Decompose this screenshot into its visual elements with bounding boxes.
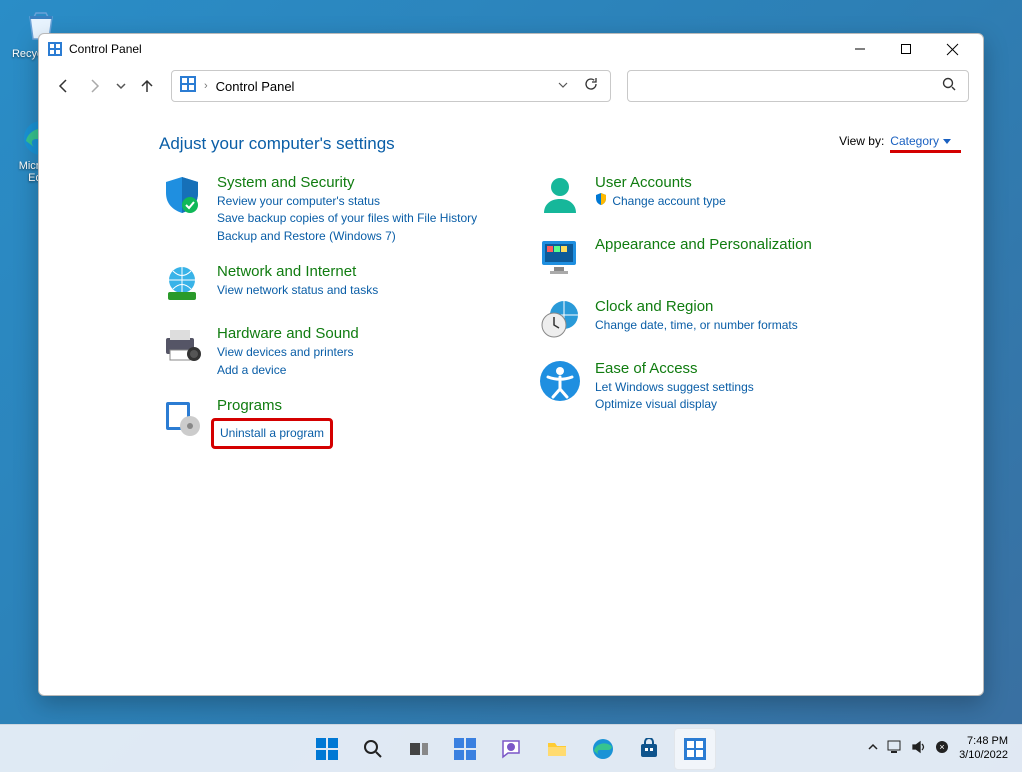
category-ease-of-access: Ease of Access Let Windows suggest setti… — [537, 358, 887, 414]
sublink-backup-restore[interactable]: Backup and Restore (Windows 7) — [217, 228, 477, 245]
category-title[interactable]: Appearance and Personalization — [595, 236, 812, 253]
control-panel-icon — [47, 41, 63, 57]
category-programs: Programs Uninstall a program — [159, 395, 509, 451]
sublink-devices-printers[interactable]: View devices and printers — [217, 344, 359, 361]
category-clock-region: Clock and Region Change date, time, or n… — [537, 296, 887, 342]
viewby-dropdown[interactable]: Category — [890, 134, 951, 148]
refresh-button[interactable] — [580, 77, 602, 96]
sublink-add-device[interactable]: Add a device — [217, 362, 359, 379]
maximize-button[interactable] — [883, 34, 929, 64]
category-right-column: User Accounts Change account type Appear… — [537, 172, 887, 467]
edge-button[interactable] — [582, 728, 624, 770]
sublink-review-status[interactable]: Review your computer's status — [217, 193, 477, 210]
category-system-security: System and Security Review your computer… — [159, 172, 509, 245]
taskbar-clock[interactable]: 7:48 PM 3/10/2022 — [959, 735, 1008, 761]
category-title[interactable]: Hardware and Sound — [217, 325, 359, 342]
category-hardware-sound: Hardware and Sound View devices and prin… — [159, 323, 509, 379]
programs-icon — [159, 395, 205, 441]
category-user-accounts: User Accounts Change account type — [537, 172, 887, 218]
category-left-column: System and Security Review your computer… — [159, 172, 509, 467]
sublink-change-account-type[interactable]: Change account type — [595, 193, 726, 210]
network-icon[interactable] — [887, 740, 903, 757]
category-appearance: Appearance and Personalization — [537, 234, 887, 280]
sublink-date-time-formats[interactable]: Change date, time, or number formats — [595, 317, 798, 334]
status-icon[interactable]: × — [935, 740, 949, 757]
sublink-optimize-visual[interactable]: Optimize visual display — [595, 396, 754, 413]
monitor-icon — [537, 234, 583, 280]
window-title: Control Panel — [69, 42, 142, 56]
category-title[interactable]: Ease of Access — [595, 360, 754, 377]
category-title[interactable]: Clock and Region — [595, 298, 798, 315]
globe-icon — [159, 261, 205, 307]
nav-forward-button[interactable] — [81, 70, 109, 102]
breadcrumb-sep-icon: › — [204, 80, 208, 92]
close-button[interactable] — [929, 34, 975, 64]
taskbar-right: × 7:48 PM 3/10/2022 — [867, 735, 1022, 761]
breadcrumb-current[interactable]: Control Panel — [216, 79, 295, 94]
taskbar: × 7:48 PM 3/10/2022 — [0, 724, 1022, 772]
volume-icon[interactable] — [911, 740, 927, 757]
nav-recent-button[interactable] — [113, 70, 129, 102]
content-area: Adjust your computer's settings View by:… — [39, 108, 983, 695]
nav-back-button[interactable] — [49, 70, 77, 102]
accessibility-icon — [537, 358, 583, 404]
viewby-label: View by: — [839, 134, 884, 148]
uac-shield-icon — [595, 193, 607, 205]
control-panel-window: Control Panel › Control Panel Adjust you… — [38, 33, 984, 696]
sublink-file-history[interactable]: Save backup copies of your files with Fi… — [217, 210, 477, 227]
taskbar-date: 3/10/2022 — [959, 749, 1008, 762]
category-title[interactable]: Network and Internet — [217, 263, 378, 280]
widgets-button[interactable] — [444, 728, 486, 770]
category-network-internet: Network and Internet View network status… — [159, 261, 509, 307]
address-dropdown-button[interactable] — [554, 77, 572, 95]
search-icon[interactable] — [942, 77, 960, 96]
sublink-windows-suggest[interactable]: Let Windows suggest settings — [595, 379, 754, 396]
shield-icon — [159, 172, 205, 218]
user-icon — [537, 172, 583, 218]
taskbar-search-button[interactable] — [352, 728, 394, 770]
taskbar-center — [306, 728, 716, 770]
window-controls — [837, 34, 975, 64]
explorer-button[interactable] — [536, 728, 578, 770]
printer-icon — [159, 323, 205, 369]
titlebar[interactable]: Control Panel — [39, 34, 983, 64]
task-view-button[interactable] — [398, 728, 440, 770]
chat-button[interactable] — [490, 728, 532, 770]
control-panel-taskbar-button[interactable] — [674, 728, 716, 770]
store-button[interactable] — [628, 728, 670, 770]
toolbar: › Control Panel — [39, 64, 983, 108]
viewby: View by: Category — [839, 134, 951, 148]
search-input[interactable] — [636, 79, 942, 94]
search-bar[interactable] — [627, 70, 969, 102]
control-panel-icon — [180, 76, 196, 97]
svg-text:×: × — [939, 742, 944, 752]
tray-overflow-button[interactable] — [867, 741, 879, 756]
start-button[interactable] — [306, 728, 348, 770]
category-title[interactable]: System and Security — [217, 174, 477, 191]
nav-up-button[interactable] — [133, 70, 161, 102]
taskbar-time: 7:48 PM — [959, 735, 1008, 748]
sublink-network-status[interactable]: View network status and tasks — [217, 282, 378, 299]
category-title[interactable]: User Accounts — [595, 174, 726, 191]
address-bar[interactable]: › Control Panel — [171, 70, 611, 102]
clock-globe-icon — [537, 296, 583, 342]
minimize-button[interactable] — [837, 34, 883, 64]
category-title[interactable]: Programs — [217, 397, 327, 414]
chevron-down-icon — [943, 139, 951, 144]
sublink-uninstall-program[interactable]: Uninstall a program — [211, 418, 333, 449]
